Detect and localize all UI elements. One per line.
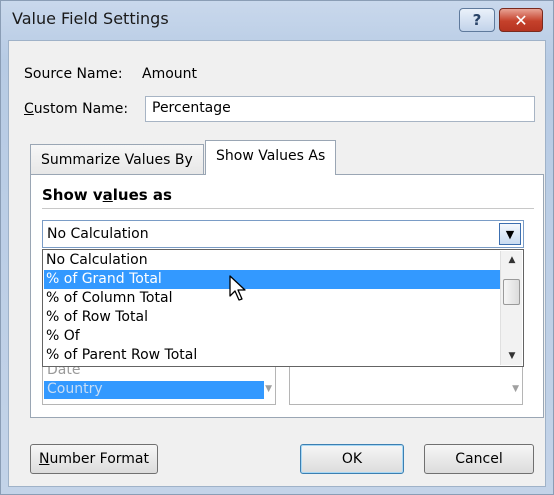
tab-show-values-as[interactable]: Show Values As xyxy=(205,140,337,175)
heading-part-1: Show v xyxy=(42,186,103,204)
option-percent-of-column-total[interactable]: % of Column Total xyxy=(44,289,500,308)
window-title: Value Field Settings xyxy=(12,9,169,28)
close-button[interactable]: ✕ xyxy=(499,8,543,32)
show-values-as-heading: Show values as xyxy=(42,186,172,204)
scroll-up-icon[interactable]: ▲ xyxy=(501,251,523,269)
number-format-button[interactable]: Number Format xyxy=(30,444,158,474)
option-percent-of-grand-total[interactable]: % of Grand Total xyxy=(44,270,500,289)
show-values-as-dropdown-list[interactable]: No Calculation % of Grand Total % of Col… xyxy=(42,249,524,367)
custom-name-label: Custom Name: xyxy=(24,101,128,117)
select-value: No Calculation xyxy=(47,226,149,242)
source-name-label: Source Name: xyxy=(24,66,123,82)
scroll-down-icon[interactable]: ▼ xyxy=(512,384,519,394)
option-percent-of-row-total[interactable]: % of Row Total xyxy=(44,308,500,327)
section-divider xyxy=(42,208,534,209)
title-bar[interactable]: Value Field Settings ? ✕ xyxy=(0,0,552,40)
scroll-down-icon[interactable]: ▼ xyxy=(501,347,523,365)
help-button[interactable]: ? xyxy=(459,8,495,32)
option-percent-of[interactable]: % Of xyxy=(44,327,500,346)
tab-summarize-values-by[interactable]: Summarize Values By xyxy=(30,144,204,174)
base-field-item-country[interactable]: Country xyxy=(44,381,264,399)
custom-name-label-rest: ustom Name: xyxy=(33,101,129,117)
option-no-calculation[interactable]: No Calculation xyxy=(44,251,500,270)
mouse-pointer-icon xyxy=(229,275,246,301)
scroll-down-icon[interactable]: ▼ xyxy=(265,384,272,394)
help-icon: ? xyxy=(472,11,482,29)
custom-name-input[interactable]: Percentage xyxy=(145,96,535,122)
custom-name-accel: C xyxy=(24,101,34,117)
heading-accel: a xyxy=(102,186,113,204)
ok-button[interactable]: OK xyxy=(300,444,404,474)
chevron-down-icon: ▼ xyxy=(505,227,515,241)
option-percent-of-parent-row-total[interactable]: % of Parent Row Total xyxy=(44,346,500,365)
scrollbar-thumb[interactable] xyxy=(503,279,520,305)
source-name-value: Amount xyxy=(142,66,198,82)
cancel-button[interactable]: Cancel xyxy=(424,444,534,474)
close-icon: ✕ xyxy=(514,10,528,30)
show-values-as-select[interactable]: No Calculation ▼ xyxy=(42,220,524,248)
number-format-accel: N xyxy=(38,451,50,467)
number-format-label: umber Format xyxy=(49,451,150,467)
heading-part-2: lues as xyxy=(112,186,172,204)
dropdown-button[interactable]: ▼ xyxy=(499,223,521,245)
dropdown-scrollbar[interactable]: ▲ ▼ xyxy=(500,251,522,365)
